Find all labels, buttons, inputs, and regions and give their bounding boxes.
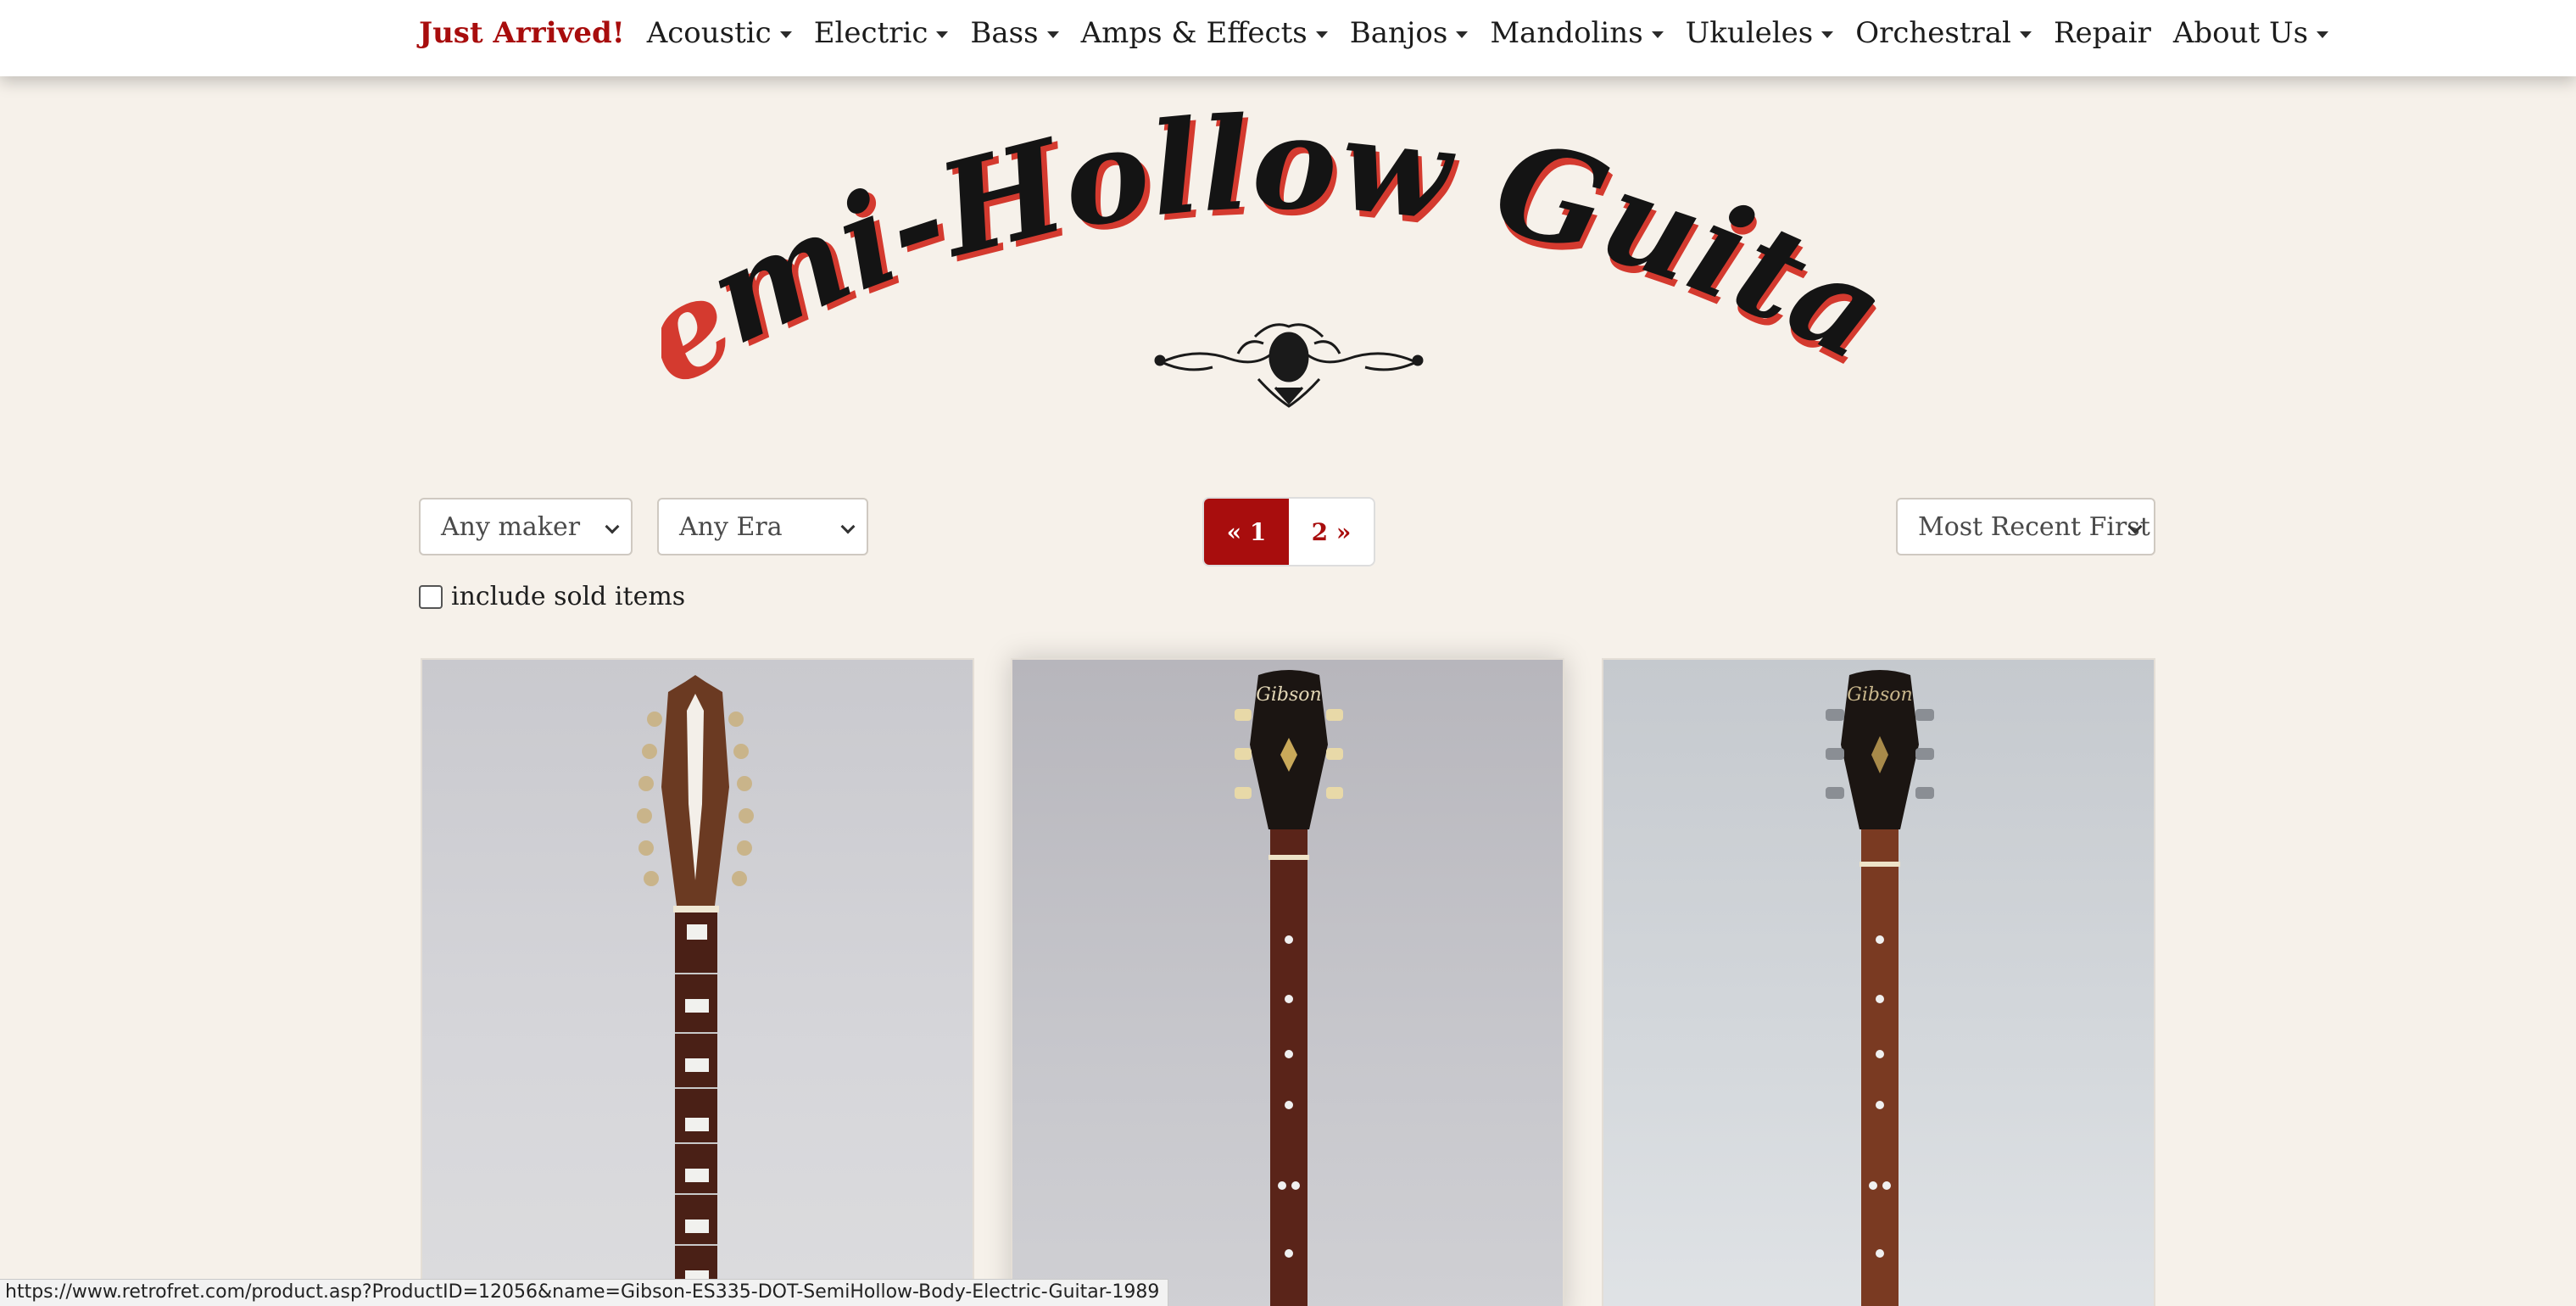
nav-item-label: Electric	[813, 16, 928, 50]
svg-text:Gibson: Gibson	[1256, 684, 1321, 706]
nav-item-label: Amps & Effects	[1080, 16, 1308, 50]
svg-text:Gibson: Gibson	[1847, 684, 1912, 706]
caret-down-icon	[1456, 31, 1469, 38]
sort-select-value: Most Recent First	[1918, 511, 2150, 542]
era-select[interactable]: Any Era	[657, 498, 868, 555]
caret-down-icon	[2317, 31, 2329, 38]
maker-select[interactable]: Any maker	[419, 498, 633, 555]
product-image: Gibson	[1826, 670, 1934, 1306]
chevron-down-icon	[840, 519, 856, 534]
nav-item-label: Acoustic	[646, 16, 772, 50]
nav-item-label: Ukuleles	[1685, 16, 1814, 50]
product-card[interactable]: Gibson	[1602, 658, 2155, 1306]
include-sold-toggle[interactable]: include sold items	[419, 582, 685, 611]
nav-item-label: Mandolins	[1490, 16, 1643, 50]
product-image	[637, 675, 754, 1306]
caret-down-icon	[1651, 31, 1664, 38]
nav-item-electric[interactable]: Electric	[803, 19, 960, 47]
maker-select-value: Any maker	[441, 511, 581, 542]
page-2-button[interactable]: 2 »	[1289, 499, 1374, 565]
nav-item-orchestral[interactable]: Orchestral	[1844, 19, 2043, 47]
nav-item-just-arrived[interactable]: Just Arrived!	[419, 19, 636, 47]
nav-item-label: Just Arrived!	[419, 16, 625, 50]
page-title: Semi-Hollow Guitars Semi-Hollow Guitars	[661, 85, 1899, 416]
nav-item-label: About Us	[2172, 16, 2309, 50]
ornament-icon	[1154, 323, 1424, 408]
product-card[interactable]: Gibson	[1011, 658, 1564, 1306]
nav-item-about-us[interactable]: About Us	[2162, 19, 2339, 47]
caret-down-icon	[1046, 31, 1059, 38]
include-sold-label: include sold items	[451, 582, 686, 611]
nav-item-acoustic[interactable]: Acoustic	[636, 19, 803, 47]
nav-item-ukuleles[interactable]: Ukuleles	[1675, 19, 1845, 47]
page-1-button[interactable]: « 1	[1204, 499, 1289, 565]
caret-down-icon	[1315, 31, 1328, 38]
caret-down-icon	[936, 31, 949, 38]
product-image: Gibson	[1235, 670, 1343, 1306]
top-navbar: Just Arrived! Acoustic Electric Bass Amp…	[0, 0, 2576, 76]
main-nav: Just Arrived! Acoustic Electric Bass Amp…	[419, 0, 2339, 66]
caret-down-icon	[779, 31, 792, 38]
era-select-value: Any Era	[679, 511, 783, 542]
nav-item-label: Orchestral	[1855, 16, 2011, 50]
nav-item-banjos[interactable]: Banjos	[1339, 19, 1480, 47]
caret-down-icon	[2019, 31, 2032, 38]
nav-item-amps-effects[interactable]: Amps & Effects	[1070, 19, 1339, 47]
product-card[interactable]	[421, 658, 974, 1306]
caret-down-icon	[1821, 31, 1834, 38]
nav-item-label: Repair	[2053, 16, 2151, 50]
chevron-down-icon	[605, 519, 620, 534]
nav-item-repair[interactable]: Repair	[2043, 19, 2162, 47]
sort-select[interactable]: Most Recent First	[1896, 498, 2155, 555]
nav-item-bass[interactable]: Bass	[959, 19, 1069, 47]
browser-status-bar: https://www.retrofret.com/product.asp?Pr…	[0, 1279, 1169, 1306]
pagination: « 1 2 »	[1202, 497, 1375, 566]
nav-item-label: Banjos	[1349, 16, 1448, 50]
include-sold-checkbox[interactable]	[419, 584, 443, 609]
nav-item-mandolins[interactable]: Mandolins	[1479, 19, 1674, 47]
nav-item-label: Bass	[970, 16, 1039, 50]
